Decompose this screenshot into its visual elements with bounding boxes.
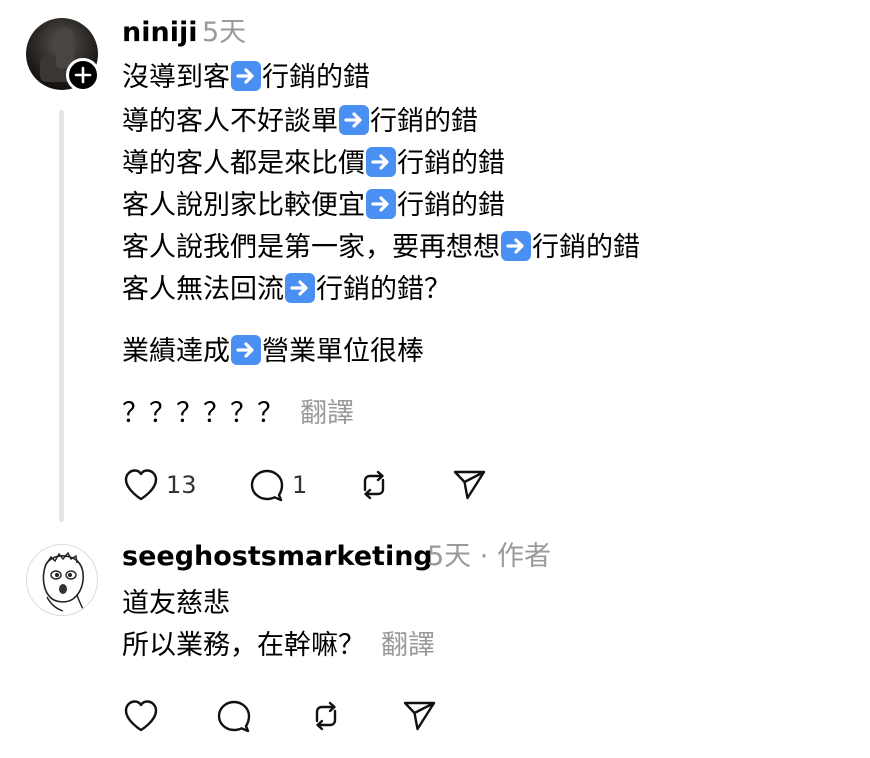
threads-page: niniji 5天 沒導到客 行銷的錯 導的客人不好談單 行銷的錯 導的客人都是來比… [0,0,870,758]
thread-line [59,110,64,522]
line-text: 客人說別家比較便宜 [122,190,365,221]
post-text-line: 所以業務，在幹嘛？ 翻譯 [122,628,435,664]
share-button[interactable] [450,467,488,503]
author-badge: 作者 [496,541,551,572]
right-arrow-emoji-icon [231,335,261,365]
line-text: 客人說我們是第一家，要再想想 [122,232,500,263]
meta-separator: · [479,541,489,572]
right-arrow-emoji-icon [501,231,531,261]
line-text: 行銷的錯 [532,232,640,263]
line-text: 行銷的錯？ [316,274,451,305]
reply-button[interactable] [215,698,253,734]
post-text-line: 導的客人都是來比價 行銷的錯 [122,146,505,182]
line-text: 行銷的錯 [370,106,478,137]
heart-icon [124,700,158,732]
translate-link[interactable]: 翻譯 [300,398,354,429]
line-text: 所以業務，在幹嘛？ [122,630,365,661]
post-timestamp: 5天 [427,541,472,572]
line-text: 沒導到客 [122,62,230,93]
line-text: 導的客人不好談單 [122,106,338,137]
post-text-line: 導的客人不好談單 行銷的錯 [122,104,478,140]
post-meta: 5天 · 作者 [427,541,551,573]
share-button[interactable] [400,698,438,734]
post-text-line: 道友慈悲 [122,588,230,619]
post-timestamp: 5天 [202,17,247,48]
line-text: ？？？？？？ [122,398,284,429]
like-button[interactable]: 13 [122,467,197,503]
repost-icon [363,470,385,500]
right-arrow-emoji-icon [366,147,396,177]
post-text-line: 業績達成 營業單位很棒 [122,334,424,370]
repost-button[interactable] [355,467,393,503]
reply-count: 1 [292,471,308,499]
line-text: 營業單位很棒 [262,336,424,367]
line-text: 行銷的錯 [262,62,370,93]
doodle-face-icon [42,551,84,612]
send-icon [453,470,486,500]
post-username[interactable]: seeghostsmarketing [122,541,433,573]
right-arrow-emoji-icon [339,105,369,135]
like-count: 13 [166,471,197,499]
translate-link[interactable]: 翻譯 [381,630,435,661]
post-username[interactable]: niniji [122,17,197,49]
reply-button[interactable]: 1 [248,467,307,503]
post-text-line: 客人無法回流 行銷的錯？ [122,272,451,308]
repost-icon [315,701,337,731]
line-text: 業績達成 [122,336,230,367]
right-arrow-emoji-icon [285,273,315,303]
post-text-line: ？？？？？？ 翻譯 [122,396,354,432]
like-button[interactable] [122,698,160,734]
comment-icon [217,700,251,733]
post-text-line: 沒導到客 行銷的錯 [122,60,370,96]
line-text: 行銷的錯 [397,148,505,179]
follow-button[interactable] [66,58,100,92]
repost-button[interactable] [307,698,345,734]
right-arrow-emoji-icon [366,189,396,219]
send-icon [403,701,436,731]
heart-icon [124,469,158,501]
post-text-line: 客人說別家比較便宜 行銷的錯 [122,188,505,224]
comment-icon [250,469,284,502]
avatar[interactable] [26,544,98,616]
post-text-line: 客人說我們是第一家，要再想想 行銷的錯 [122,230,640,266]
plus-icon [74,66,92,84]
line-text: 行銷的錯 [397,190,505,221]
line-text: 導的客人都是來比價 [122,148,365,179]
line-text: 客人無法回流 [122,274,284,305]
right-arrow-emoji-icon [231,61,261,91]
